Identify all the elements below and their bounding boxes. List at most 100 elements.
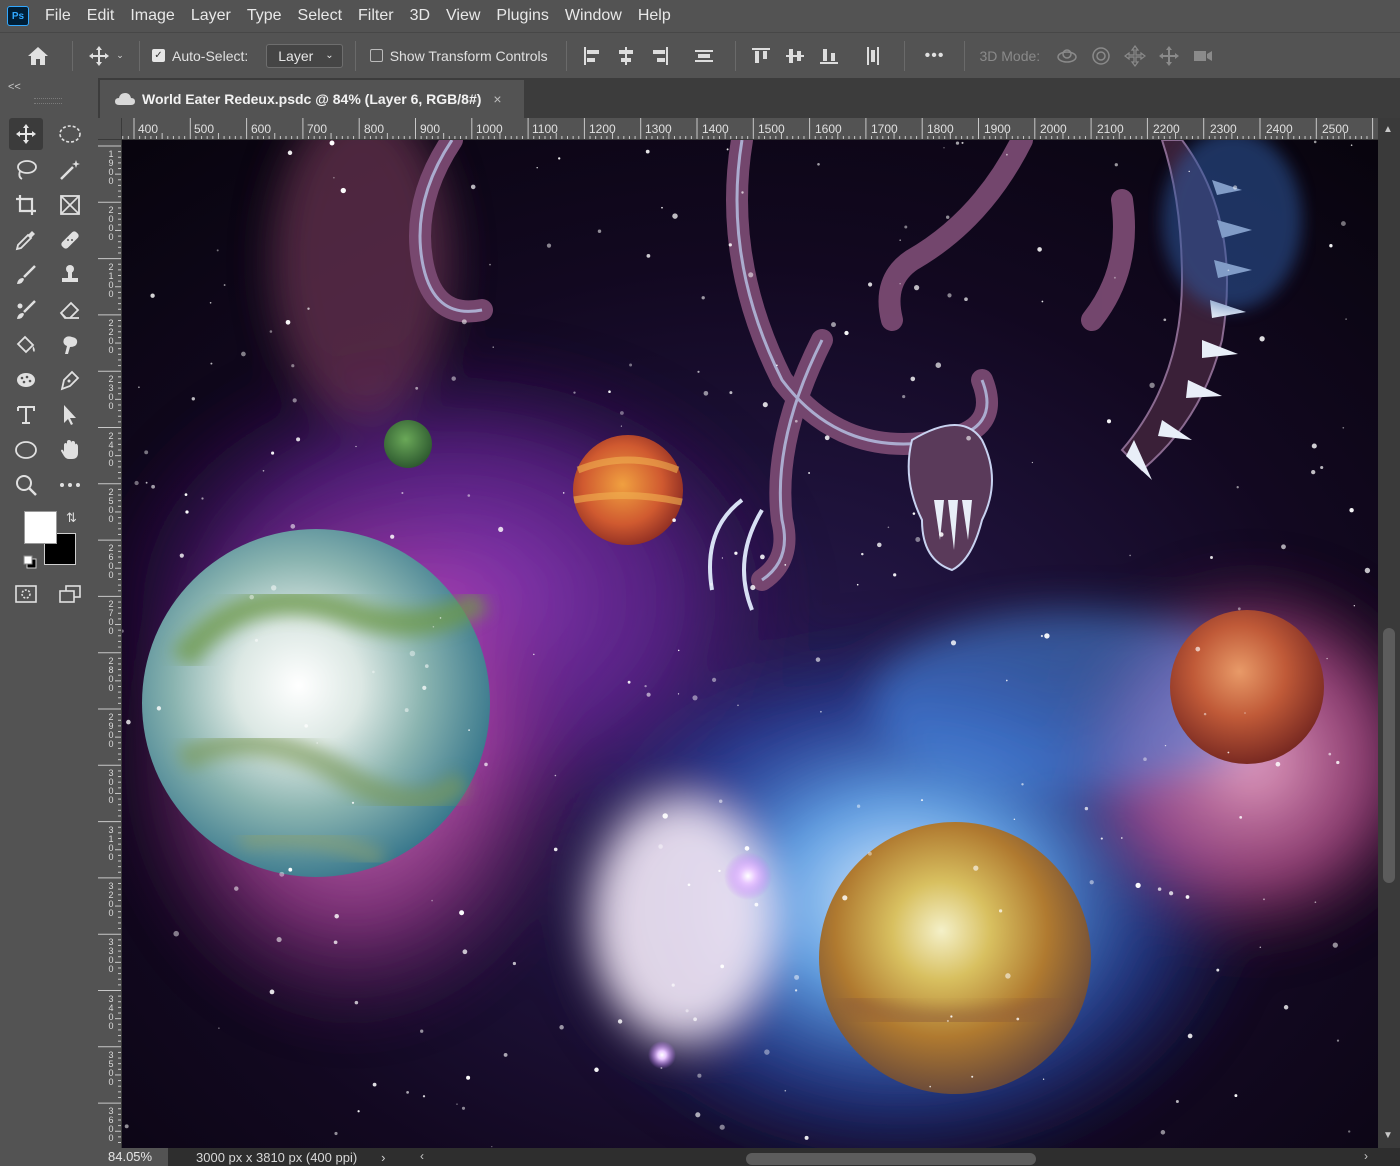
- 3d-slide-icon[interactable]: [1157, 44, 1181, 68]
- home-button[interactable]: [12, 36, 64, 76]
- ruler-v-label: 3300: [108, 937, 114, 975]
- move-tool-preset-button[interactable]: ⌄: [81, 36, 131, 76]
- star-dot: [467, 494, 471, 497]
- pen-tool[interactable]: [53, 364, 87, 396]
- sponge-tool[interactable]: [9, 364, 43, 396]
- star-dot: [431, 899, 433, 902]
- auto-select-checkbox[interactable]: ✓: [152, 49, 165, 62]
- transform-controls-checkbox[interactable]: [369, 49, 383, 62]
- align-left-icon[interactable]: [581, 45, 603, 67]
- star-dot: [1259, 336, 1265, 342]
- star-dot: [1210, 556, 1213, 559]
- scroll-right-icon[interactable]: ›: [1364, 1149, 1368, 1163]
- star-dot: [307, 307, 310, 310]
- align-vertical-center-icon[interactable]: [784, 45, 806, 67]
- quick-mask-button[interactable]: [9, 578, 43, 610]
- star-dot: [512, 961, 517, 966]
- type-tool[interactable]: [9, 399, 43, 431]
- more-options-button[interactable]: •••: [925, 47, 945, 65]
- star-dot: [210, 362, 213, 365]
- paint-bucket-tool[interactable]: [9, 329, 43, 361]
- swap-colors-icon[interactable]: ⇅: [66, 510, 77, 526]
- star-dot: [1348, 1130, 1351, 1133]
- menu-layer[interactable]: Layer: [183, 0, 239, 32]
- star-dot: [461, 319, 467, 325]
- menu-3d[interactable]: 3D: [402, 0, 438, 32]
- star-dot: [817, 162, 820, 166]
- distribute-horizontal-icon[interactable]: [693, 45, 715, 67]
- clone-stamp-tool[interactable]: [53, 259, 87, 291]
- menu-image[interactable]: Image: [122, 0, 182, 32]
- 3d-scale-camera-icon[interactable]: [1191, 44, 1215, 68]
- eraser-tool[interactable]: [53, 294, 87, 326]
- star-dot: [459, 910, 465, 916]
- foreground-color-swatch[interactable]: [24, 511, 57, 544]
- distribute-vertical-icon[interactable]: [862, 45, 884, 67]
- close-tab-icon[interactable]: ×: [493, 91, 501, 107]
- ruler-origin[interactable]: [98, 118, 122, 140]
- auto-select-target-dropdown[interactable]: Layer ⌄: [266, 43, 343, 68]
- separator: [734, 40, 736, 71]
- marquee-tool[interactable]: [53, 118, 87, 150]
- star-dot: [150, 293, 155, 298]
- align-horizontal-center-icon[interactable]: [615, 45, 637, 67]
- smudge-tool[interactable]: [53, 329, 87, 361]
- scroll-down-icon[interactable]: ▼: [1383, 1130, 1393, 1141]
- frame-tool[interactable]: [53, 189, 87, 221]
- star-dot: [288, 867, 293, 872]
- hand-tool[interactable]: [53, 434, 87, 466]
- status-menu-button[interactable]: ›: [381, 1150, 385, 1165]
- star-dot: [868, 851, 872, 856]
- ellipse-tool[interactable]: [9, 434, 43, 466]
- vertical-ruler[interactable]: 1900 2000 2100 2200 2300 2400 2500 2600 2700 2800…: [98, 140, 122, 1148]
- horizontal-scroll-thumb[interactable]: [746, 1153, 1036, 1165]
- 3d-orbit-icon[interactable]: [1055, 44, 1079, 68]
- menu-type[interactable]: Type: [239, 0, 290, 32]
- align-bottom-icon[interactable]: [818, 45, 840, 67]
- star-dot: [1332, 942, 1338, 948]
- ruler-v-label: 3500: [108, 1049, 114, 1087]
- menu-help[interactable]: Help: [630, 0, 679, 32]
- star-dot: [915, 537, 921, 542]
- document-canvas[interactable]: [122, 140, 1378, 1148]
- collapse-panel-button[interactable]: <<: [0, 78, 98, 96]
- menu-edit[interactable]: Edit: [79, 0, 123, 32]
- horizontal-ruler[interactable]: 400 500 600 700 800 900 1000 1100 1200 1…: [122, 118, 1378, 140]
- menu-filter[interactable]: Filter: [350, 0, 402, 32]
- separator: [139, 40, 140, 71]
- menu-select[interactable]: Select: [290, 0, 350, 32]
- document-tab[interactable]: World Eater Redeux.psdc @ 84% (Layer 6, …: [100, 80, 524, 118]
- zoom-level-field[interactable]: 84.05%: [98, 1148, 168, 1166]
- scroll-left-icon[interactable]: ‹: [420, 1149, 424, 1163]
- default-colors-icon[interactable]: [23, 555, 37, 569]
- ruler-h-label: 1900: [984, 122, 1011, 136]
- vertical-scroll-thumb[interactable]: [1383, 628, 1395, 883]
- lasso-tool[interactable]: [9, 154, 43, 186]
- menu-window[interactable]: Window: [557, 0, 630, 32]
- brush-tool[interactable]: [9, 259, 43, 291]
- star-dot: [554, 774, 557, 777]
- align-top-icon[interactable]: [750, 45, 772, 67]
- move-tool[interactable]: [9, 118, 43, 150]
- more-tools-button[interactable]: [53, 469, 87, 501]
- magic-wand-tool[interactable]: [53, 154, 87, 186]
- zoom-tool[interactable]: [9, 469, 43, 501]
- eyedropper-tool[interactable]: [9, 224, 43, 256]
- menu-plugins[interactable]: Plugins: [488, 0, 556, 32]
- path-selection-tool[interactable]: [53, 399, 87, 431]
- ruler-v-label: 2800: [108, 655, 114, 693]
- 3d-roll-icon[interactable]: [1089, 44, 1113, 68]
- panel-grip[interactable]: [34, 98, 62, 104]
- align-right-icon[interactable]: [649, 45, 671, 67]
- mixer-brush-tool[interactable]: [9, 294, 43, 326]
- healing-brush-tool[interactable]: [53, 224, 87, 256]
- crop-tool[interactable]: [9, 189, 43, 221]
- horizontal-scrollbar[interactable]: ‹ ›: [418, 1149, 1378, 1166]
- menu-view[interactable]: View: [438, 0, 488, 32]
- menu-file[interactable]: File: [37, 0, 79, 32]
- screen-mode-button[interactable]: [53, 578, 87, 610]
- 3d-pan-icon[interactable]: [1123, 44, 1147, 68]
- star-dot: [597, 229, 602, 233]
- vertical-scrollbar[interactable]: ▲ ▼: [1378, 118, 1400, 1148]
- scroll-up-icon[interactable]: ▲: [1383, 124, 1393, 135]
